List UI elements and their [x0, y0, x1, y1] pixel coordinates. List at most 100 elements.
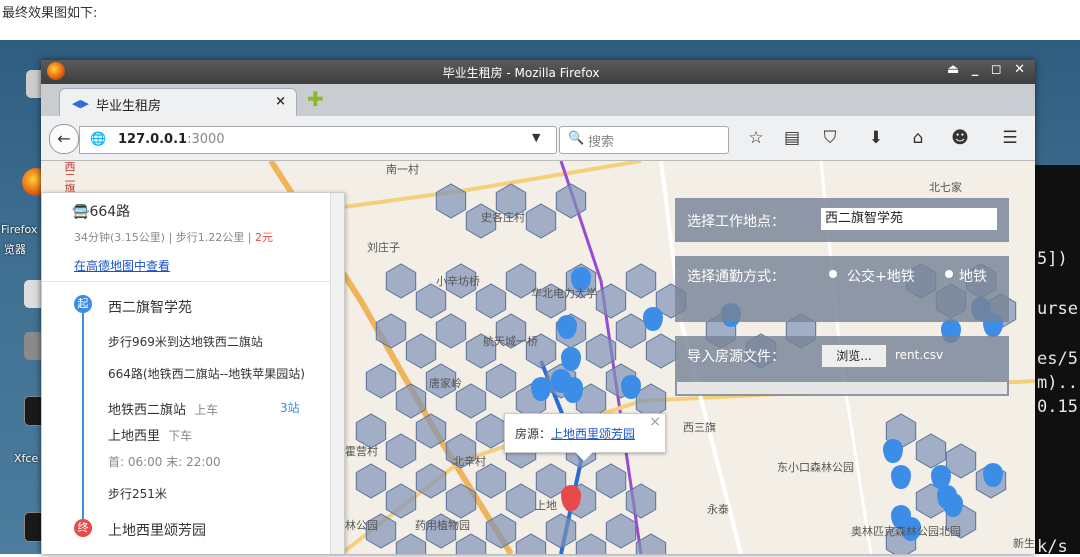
work-label: 选择工作地点：: [687, 214, 785, 230]
tab-bar: ◀▶ 毕业生租房 × ✚: [41, 84, 1035, 117]
commute-label: 选择通勤方式：: [687, 269, 785, 285]
import-label: 导入房源文件：: [687, 349, 785, 365]
search-input[interactable]: 🔍 搜索: [559, 126, 729, 154]
hex-cell: [415, 283, 447, 319]
house-popup: 房源：上地西里颂芳园 ×: [504, 413, 666, 461]
house-marker-icon: [943, 493, 963, 517]
globe-icon: 🌐: [90, 132, 107, 147]
tab-close-icon[interactable]: ×: [275, 94, 286, 109]
url-bar[interactable]: 🌐 127.0.0.1:3000 ▼ ↻: [79, 126, 577, 154]
url-port: :3000: [187, 132, 225, 147]
window-title: 毕业生租房 - Mozilla Firefox: [442, 66, 600, 80]
hex-cell: [385, 263, 417, 299]
map-label: 永泰: [707, 503, 729, 516]
house-marker-icon: [557, 315, 577, 339]
board-stop: 地铁西二旗站 上车: [108, 399, 218, 418]
map-label: 南一村: [386, 163, 419, 176]
hex-cell: [505, 483, 537, 519]
start-badge: 起: [74, 295, 92, 313]
board-stop-name: 地铁西二旗站: [108, 403, 187, 418]
summary-time: 34分钟(3.15公里) | 步行1.22公里 |: [74, 231, 255, 244]
popup-tail: [575, 452, 593, 461]
option-subway[interactable]: 地铁: [959, 266, 1007, 286]
map-label: 上地: [535, 499, 557, 512]
divider: [42, 281, 330, 282]
back-arrow-icon: ←: [57, 129, 71, 148]
map-label: 新生: [1013, 537, 1035, 550]
route-panel[interactable]: 🚍664路 34分钟(3.15公里) | 步行1.22公里 | 2元 在高德地图…: [41, 192, 345, 554]
desktop-label-firefox: Firefox: [1, 223, 38, 236]
walk-step-2: 步行251米: [108, 487, 167, 501]
panel-scrollbar[interactable]: [330, 193, 344, 554]
bus-icon: 🚍: [72, 204, 90, 220]
desktop-label-xfce: Xfce: [14, 452, 39, 465]
house-marker-icon: [531, 377, 551, 401]
firefox-window: 毕业生租房 - Mozilla Firefox ⏏ _ ◻ ✕ ◀▶ 毕业生租房…: [41, 60, 1035, 554]
nav-bar: ← 🌐 127.0.0.1:3000 ▼ ↻ 🔍 搜索 ☆ ▤ ⛉ ⬇ ⌂ ☻ …: [41, 116, 1035, 161]
pocket-icon[interactable]: ⛉: [819, 128, 841, 148]
window-controls[interactable]: ⏏ _ ◻ ✕: [947, 62, 1029, 77]
search-placeholder: 搜索: [588, 135, 615, 150]
hex-cell: [395, 383, 427, 419]
home-icon[interactable]: ⌂: [907, 128, 929, 148]
url-dropdown-icon[interactable]: ▼: [532, 131, 540, 144]
view-in-amap-link[interactable]: 在高德地图中查看: [74, 257, 170, 274]
map-label: 奥林匹克森林公园北园: [851, 525, 961, 538]
map-label: 小辛坊桥: [436, 275, 480, 288]
hex-cell: [605, 513, 637, 549]
radio-bus-subway[interactable]: [829, 270, 837, 278]
browse-button[interactable]: 浏览...: [821, 344, 887, 368]
terminal-window[interactable]: 5]) urse es/5 m).. 0.15 k/s: [1034, 165, 1080, 557]
back-button[interactable]: ←: [49, 124, 79, 154]
map-label: 刘庄子: [367, 241, 400, 254]
map-label: 华北电力大学: [531, 287, 597, 300]
option-bus-subway[interactable]: 公交+地铁: [847, 266, 915, 286]
bus-line: 664路(地铁西二旗站--地铁苹果园站): [108, 367, 305, 381]
alight-stop-name: 上地西里: [108, 429, 161, 444]
alight-stop: 上地西里 下车: [108, 425, 192, 444]
popup-house-link[interactable]: 上地西里颂芳园: [551, 427, 635, 441]
end-badge: 终: [74, 519, 92, 537]
route-summary: 34分钟(3.15公里) | 步行1.22公里 | 2元: [74, 229, 273, 245]
work-location-input[interactable]: 西二旗智学苑: [821, 208, 997, 230]
hex-cell: [365, 363, 397, 399]
terminal-line: 0.15: [1037, 397, 1078, 417]
url-host: 127.0.0.1: [118, 132, 188, 147]
tab-favicon-icon: ◀▶: [72, 97, 89, 110]
new-tab-icon[interactable]: ✚: [307, 89, 325, 109]
download-icon[interactable]: ⬇: [865, 128, 887, 148]
house-marker-icon: [983, 463, 1003, 487]
map-label: 史各庄村: [481, 211, 525, 224]
hex-cell: [525, 203, 557, 239]
url-text: 127.0.0.1:3000: [118, 132, 225, 147]
map-label: 霍营村: [345, 445, 378, 458]
tab-active[interactable]: ◀▶ 毕业生租房 ×: [59, 88, 297, 117]
schedule: 首: 06:00 末: 22:00: [108, 455, 221, 469]
house-marker-icon: [883, 439, 903, 463]
reader-icon[interactable]: ▤: [781, 128, 803, 148]
star-icon[interactable]: ☆: [745, 128, 767, 148]
title-bar[interactable]: 毕业生租房 - Mozilla Firefox ⏏ _ ◻ ✕: [41, 60, 1035, 84]
desktop-label-browser: 览器: [4, 243, 26, 256]
hex-cell: [355, 463, 387, 499]
map-label: 北辛村: [453, 455, 486, 468]
menu-icon[interactable]: ☰: [999, 128, 1021, 148]
terminal-line: k/s: [1037, 537, 1068, 557]
terminal-line: urse: [1037, 299, 1078, 319]
map-label: 北七家: [929, 181, 962, 194]
start-place: 西二旗智学苑: [108, 300, 192, 316]
hex-cell: [645, 333, 677, 369]
map-label: 东小口森林公园: [777, 461, 854, 474]
popup-close-icon[interactable]: ×: [649, 414, 661, 430]
terminal-line: 5]): [1037, 249, 1068, 269]
hex-cell: [375, 313, 407, 349]
chat-icon[interactable]: ☻: [949, 128, 971, 148]
hex-cell: [595, 463, 627, 499]
house-marker-icon: [563, 379, 583, 403]
map-label: 西三旗: [683, 421, 716, 434]
terminal-line: es/5: [1037, 349, 1078, 369]
radio-subway[interactable]: [945, 270, 953, 278]
house-marker-icon: [643, 307, 663, 331]
stops-count[interactable]: 3站: [280, 399, 300, 416]
import-scrollbar[interactable]: [677, 382, 1007, 394]
